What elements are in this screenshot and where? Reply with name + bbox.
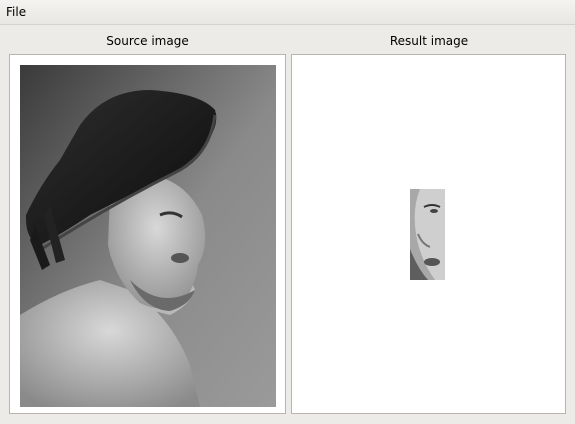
menu-file[interactable]: File (0, 0, 32, 24)
result-image-title: Result image (389, 34, 469, 48)
source-image-title: Source image (106, 34, 189, 48)
source-image-panel (9, 54, 286, 414)
portrait-photo-icon (20, 65, 276, 407)
source-photo (20, 65, 276, 407)
result-image-panel (291, 54, 566, 414)
menu-bar: File (0, 0, 575, 25)
cropped-face-icon (410, 189, 445, 280)
result-cropped-image (410, 189, 445, 280)
